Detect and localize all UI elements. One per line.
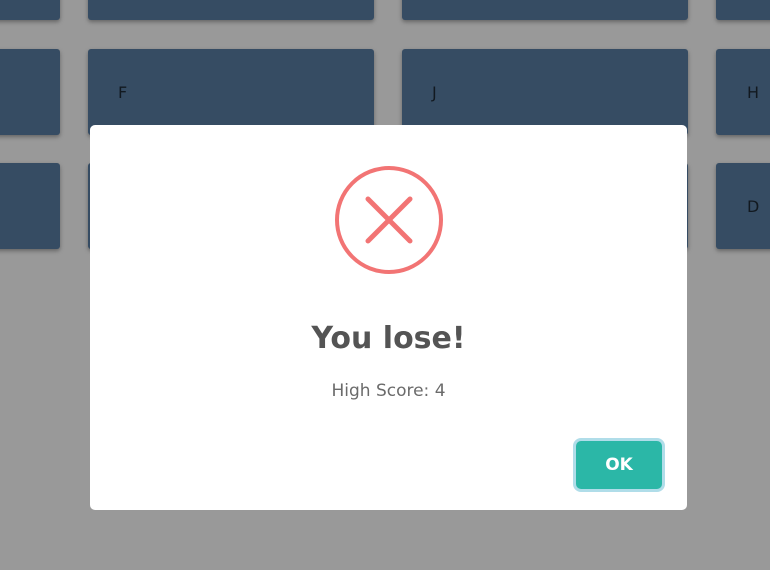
error-x-circle-icon: [335, 166, 443, 274]
high-score-text: High Score: 4: [331, 381, 446, 401]
game-screen: F J H D You lose! High Score: 4 OK: [0, 0, 770, 570]
dialog-title: You lose!: [311, 321, 466, 356]
game-over-dialog: You lose! High Score: 4 OK: [90, 125, 687, 510]
ok-button[interactable]: OK: [576, 441, 662, 489]
